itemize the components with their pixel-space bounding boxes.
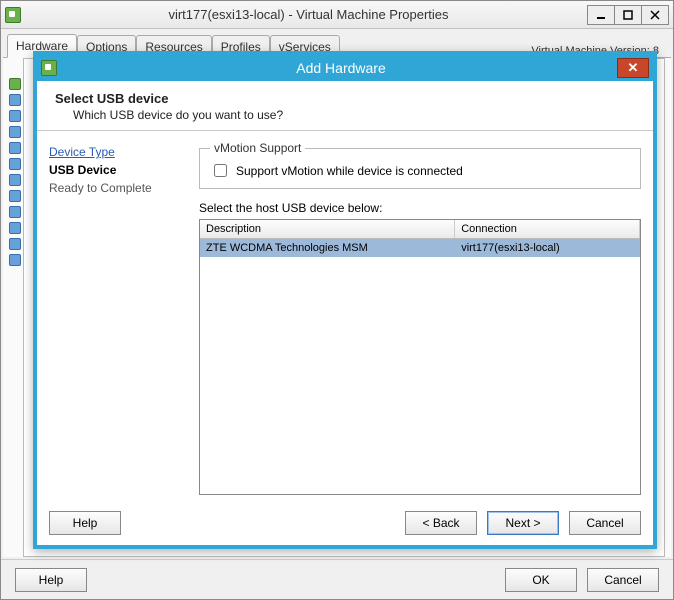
step-device-type[interactable]: Device Type [49, 143, 187, 161]
close-icon [650, 10, 660, 20]
cancel-button[interactable]: Cancel [587, 568, 659, 592]
vmotion-checkbox-label: Support vMotion while device is connecte… [236, 164, 463, 178]
close-button[interactable] [641, 5, 669, 25]
hardware-icon-strip [9, 78, 23, 266]
dialog-icon [41, 60, 57, 76]
content-pane: vMotion Support Support vMotion while de… [199, 141, 641, 495]
dialog-titlebar: Add Hardware ✕ [37, 55, 653, 81]
dialog-help-button[interactable]: Help [49, 511, 121, 535]
dialog-header: Select USB device Which USB device do yo… [37, 81, 653, 131]
vmotion-legend: vMotion Support [210, 141, 305, 155]
table-header: Description Connection [200, 220, 640, 239]
minimize-icon [596, 10, 606, 20]
vmotion-fieldset: vMotion Support Support vMotion while de… [199, 141, 641, 189]
column-connection[interactable]: Connection [455, 220, 640, 238]
help-button[interactable]: Help [15, 568, 87, 592]
device-icon [9, 110, 21, 122]
device-icon [9, 126, 21, 138]
dialog-title: Add Hardware [65, 60, 617, 76]
device-icon [9, 222, 21, 234]
titlebar: virt177(esxi13-local) - Virtual Machine … [1, 1, 673, 29]
device-icon [9, 206, 21, 218]
usb-device-table: Description Connection ZTE WCDMA Technol… [199, 219, 641, 495]
column-description[interactable]: Description [200, 220, 455, 238]
device-icon [9, 142, 21, 154]
select-device-label: Select the host USB device below: [199, 201, 641, 215]
device-icon [9, 158, 21, 170]
device-icon [9, 254, 21, 266]
window-title: virt177(esxi13-local) - Virtual Machine … [29, 7, 588, 22]
dialog-cancel-button[interactable]: Cancel [569, 511, 641, 535]
wizard-step-list: Device Type USB Device Ready to Complete [49, 141, 187, 495]
device-icon [9, 190, 21, 202]
ok-button[interactable]: OK [505, 568, 577, 592]
app-icon [5, 7, 21, 23]
vm-properties-window: virt177(esxi13-local) - Virtual Machine … [0, 0, 674, 600]
close-icon: ✕ [628, 60, 639, 76]
minimize-button[interactable] [587, 5, 615, 25]
table-body: ZTE WCDMA Technologies MSM virt177(esxi1… [200, 239, 640, 494]
device-icon [9, 78, 21, 90]
vmotion-checkbox-row[interactable]: Support vMotion while device is connecte… [210, 161, 630, 180]
step-usb-device: USB Device [49, 161, 187, 179]
window-controls [588, 5, 669, 25]
maximize-button[interactable] [614, 5, 642, 25]
cell-connection: virt177(esxi13-local) [455, 241, 640, 255]
next-button[interactable]: Next > [487, 511, 559, 535]
table-row[interactable]: ZTE WCDMA Technologies MSM virt177(esxi1… [200, 239, 640, 257]
vmotion-checkbox[interactable] [214, 164, 227, 177]
maximize-icon [623, 10, 633, 20]
dialog-header-subtitle: Which USB device do you want to use? [73, 108, 635, 122]
add-hardware-dialog: Add Hardware ✕ Select USB device Which U… [33, 51, 657, 549]
device-icon [9, 94, 21, 106]
step-ready-to-complete: Ready to Complete [49, 179, 187, 197]
dialog-header-title: Select USB device [55, 91, 635, 106]
dialog-body: Device Type USB Device Ready to Complete… [37, 131, 653, 503]
dialog-close-button[interactable]: ✕ [617, 58, 649, 78]
back-button[interactable]: < Back [405, 511, 477, 535]
properties-footer: Help OK Cancel [1, 559, 673, 599]
cell-description: ZTE WCDMA Technologies MSM [200, 241, 455, 255]
device-icon [9, 238, 21, 250]
dialog-footer: Help < Back Next > Cancel [37, 503, 653, 545]
device-icon [9, 174, 21, 186]
